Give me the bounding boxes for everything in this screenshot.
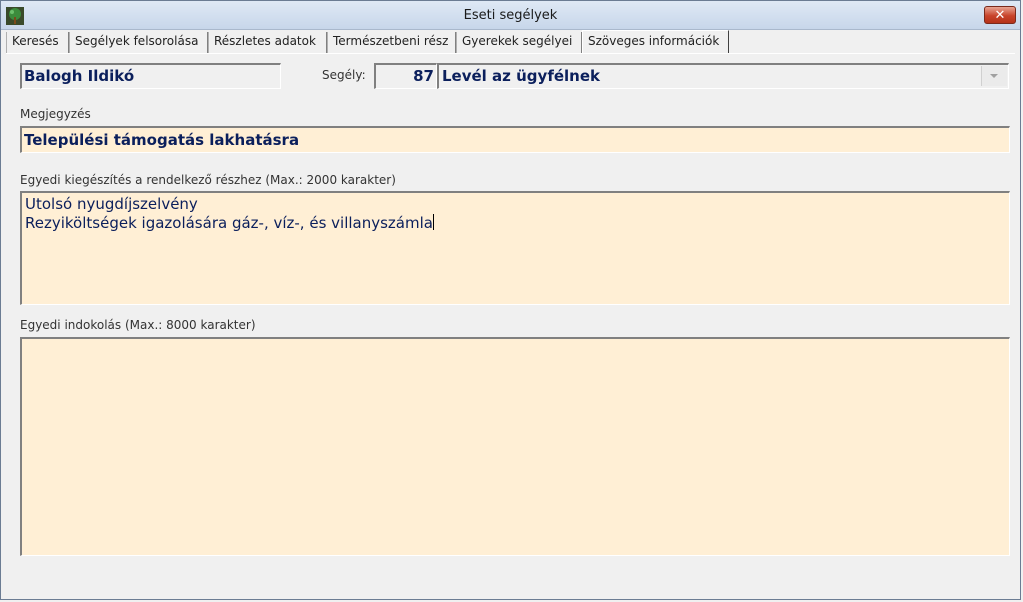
kiegeszites-label: Egyedi kiegészítés a rendelkező részhez … [20, 173, 396, 187]
tab-szoveges-informaciok[interactable]: Szöveges információk [582, 30, 729, 53]
kiegeszites-textarea[interactable]: Utolsó nyugdíjszelvény Rezyiköltségek ig… [20, 191, 1010, 305]
title-bar[interactable]: Eseti segélyek ✕ [1, 1, 1020, 30]
megjegyzes-value: Települési támogatás lakhatásra [24, 131, 300, 149]
text-caret [432, 214, 434, 230]
close-button[interactable]: ✕ [984, 6, 1016, 24]
tab-gyerekek-segelyei[interactable]: Gyerekek segélyei [456, 32, 582, 53]
tab-reszletes-adatok[interactable]: Részletes adatok [208, 32, 327, 53]
segely-number-field: 87 [374, 63, 437, 89]
app-window: Eseti segélyek ✕ Keresés Segélyek felsor… [0, 0, 1021, 600]
segely-type-select[interactable]: Levél az ügyfélnek [437, 63, 1009, 89]
indokolas-textarea[interactable] [20, 337, 1010, 556]
chevron-down-icon [990, 74, 998, 78]
segely-label: Segély: [322, 68, 366, 82]
kiegeszites-line-2-wrap: Rezyiköltségek igazolására gáz-, víz-, é… [25, 214, 1006, 233]
megjegyzes-label: Megjegyzés [20, 107, 91, 121]
tab-divider [6, 53, 1015, 54]
indokolas-label: Egyedi indokolás (Max.: 8000 karakter) [20, 318, 256, 332]
megjegyzes-input[interactable]: Települési támogatás lakhatásra [20, 126, 1010, 153]
segely-number: 87 [413, 67, 434, 85]
tab-kereses[interactable]: Keresés [6, 32, 69, 53]
tab-segelyek-felsorolasa[interactable]: Segélyek felsorolása [69, 32, 208, 53]
kiegeszites-line-1: Utolsó nyugdíjszelvény [25, 195, 198, 213]
segely-type-value: Levél az ügyfélnek [442, 67, 600, 85]
tab-termeszetbeni-resz[interactable]: Természetbeni rész [327, 32, 456, 53]
window-title: Eseti segélyek [463, 8, 558, 23]
indokolas-text [22, 339, 1009, 343]
kiegeszites-text: Utolsó nyugdíjszelvény Rezyiköltségek ig… [22, 193, 1009, 235]
client-name-field: Balogh Ildikó [20, 63, 281, 89]
client-name: Balogh Ildikó [24, 67, 135, 85]
kiegeszites-line-2: Rezyiköltségek igazolására gáz-, víz-, é… [25, 214, 433, 232]
dropdown-button[interactable] [981, 66, 1007, 86]
